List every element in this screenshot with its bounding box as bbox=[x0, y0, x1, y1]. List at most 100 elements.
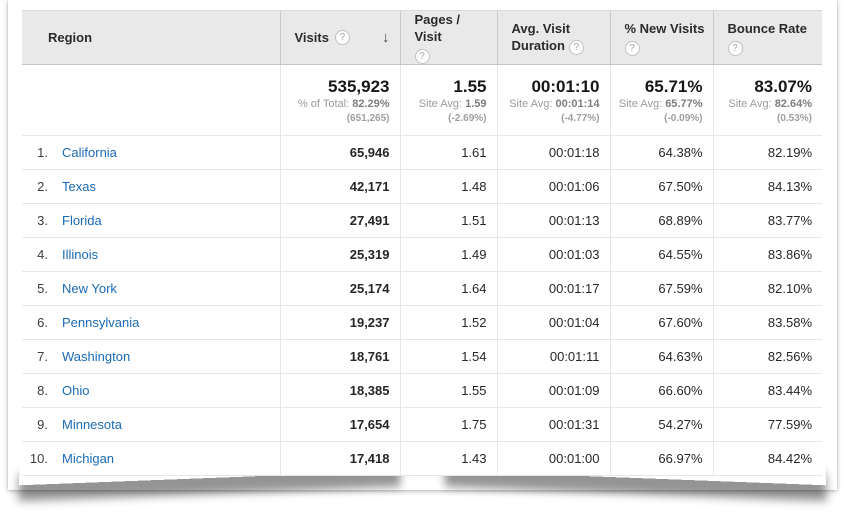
region-cell: 9. Minnesota bbox=[22, 408, 280, 442]
visits-cell: 65,946 bbox=[280, 136, 400, 170]
pct-new-visits-cell: 54.27% bbox=[610, 408, 713, 442]
region-link[interactable]: Ohio bbox=[62, 383, 89, 398]
column-header-visits[interactable]: Visits ? ↓ bbox=[280, 11, 400, 65]
summary-duration-sub-label: Site Avg: bbox=[509, 98, 552, 110]
bounce-rate-cell: 82.19% bbox=[713, 136, 822, 170]
pages-per-visit-cell: 1.43 bbox=[400, 442, 497, 476]
bounce-rate-cell: 82.10% bbox=[713, 272, 822, 306]
column-header-pages-per-visit[interactable]: Pages / Visit ? bbox=[400, 11, 497, 65]
summary-visits: 535,923 % of Total: 82.29% (651,265) bbox=[280, 65, 400, 136]
avg-visit-duration-cell: 00:01:03 bbox=[497, 238, 610, 272]
avg-visit-duration-cell: 00:01:11 bbox=[497, 340, 610, 374]
avg-visit-duration-cell: 00:01:00 bbox=[497, 442, 610, 476]
summary-row: 535,923 % of Total: 82.29% (651,265) 1.5… bbox=[22, 65, 822, 136]
bounce-rate-cell: 84.42% bbox=[713, 442, 822, 476]
visits-cell: 17,654 bbox=[280, 408, 400, 442]
column-header-region[interactable]: Region bbox=[22, 11, 280, 65]
region-cell: 7.Washington bbox=[22, 340, 280, 374]
region-link[interactable]: Michigan bbox=[62, 451, 114, 466]
pages-per-visit-cell: 1.54 bbox=[400, 340, 497, 374]
help-icon[interactable]: ? bbox=[569, 40, 584, 55]
region-link[interactable]: Florida bbox=[62, 213, 102, 228]
visits-cell: 25,174 bbox=[280, 272, 400, 306]
avg-visit-duration-cell: 00:01:17 bbox=[497, 272, 610, 306]
pct-new-visits-cell: 67.60% bbox=[610, 306, 713, 340]
pages-per-visit-cell: 1.51 bbox=[400, 204, 497, 238]
region-link[interactable]: Texas bbox=[62, 179, 96, 194]
summary-newvisits-value: 65.71% bbox=[615, 76, 703, 97]
bounce-rate-cell: 83.44% bbox=[713, 374, 822, 408]
row-rank: 9. bbox=[24, 417, 48, 432]
sort-descending-icon[interactable]: ↓ bbox=[382, 29, 390, 46]
table-row: 7.Washington 18,761 1.54 00:01:11 64.63%… bbox=[22, 340, 822, 374]
visits-cell: 27,491 bbox=[280, 204, 400, 238]
summary-pages-value: 1.55 bbox=[405, 76, 487, 97]
region-link[interactable]: Illinois bbox=[62, 247, 98, 262]
pages-per-visit-cell: 1.55 bbox=[400, 374, 497, 408]
table-row: 10.Michigan 17,418 1.43 00:01:00 66.97% … bbox=[22, 442, 822, 476]
summary-bounce-value: 83.07% bbox=[718, 76, 813, 97]
summary-avg-visit-duration: 00:01:10 Site Avg: 00:01:14 (-4.77%) bbox=[497, 65, 610, 136]
bounce-rate-cell: 82.56% bbox=[713, 340, 822, 374]
table-header: Region Visits ? ↓ Pages / Visit ? Avg. V… bbox=[22, 11, 822, 65]
summary-visits-extra: (651,265) bbox=[285, 112, 390, 125]
row-rank: 10. bbox=[24, 451, 48, 466]
column-header-avg-visit-duration[interactable]: Avg. Visit Duration? bbox=[497, 11, 610, 65]
pages-per-visit-cell: 1.64 bbox=[400, 272, 497, 306]
regions-table: Region Visits ? ↓ Pages / Visit ? Avg. V… bbox=[22, 10, 822, 476]
region-link[interactable]: California bbox=[62, 145, 117, 160]
region-link[interactable]: Pennsylvania bbox=[62, 315, 139, 330]
pct-new-visits-cell: 68.89% bbox=[610, 204, 713, 238]
pct-new-visits-cell: 66.60% bbox=[610, 374, 713, 408]
region-link[interactable]: Washington bbox=[62, 349, 130, 364]
column-label-region: Region bbox=[48, 30, 92, 45]
bounce-rate-cell: 77.59% bbox=[713, 408, 822, 442]
row-rank: 3. bbox=[24, 213, 48, 228]
column-label-bounce-rate: Bounce Rate bbox=[728, 21, 807, 36]
report-sheet: Region Visits ? ↓ Pages / Visit ? Avg. V… bbox=[8, 0, 837, 490]
summary-pages-per-visit: 1.55 Site Avg: 1.59 (-2.69%) bbox=[400, 65, 497, 136]
column-label-avg-visit-duration: Avg. Visit Duration bbox=[512, 21, 571, 53]
column-label-pages-per-visit: Pages / Visit bbox=[415, 12, 461, 44]
help-icon[interactable]: ? bbox=[625, 41, 640, 56]
pages-per-visit-cell: 1.49 bbox=[400, 238, 497, 272]
table-body: 535,923 % of Total: 82.29% (651,265) 1.5… bbox=[22, 65, 822, 476]
region-cell: 6.Pennsylvania bbox=[22, 306, 280, 340]
column-header-pct-new-visits[interactable]: % New Visits ? bbox=[610, 11, 713, 65]
summary-duration-sub-value: 00:01:14 bbox=[555, 98, 599, 110]
row-rank: 2. bbox=[24, 179, 48, 194]
visits-cell: 18,761 bbox=[280, 340, 400, 374]
help-icon[interactable]: ? bbox=[728, 41, 743, 56]
summary-bounce-sub-label: Site Avg: bbox=[728, 98, 771, 110]
avg-visit-duration-cell: 00:01:13 bbox=[497, 204, 610, 238]
pct-new-visits-cell: 64.55% bbox=[610, 238, 713, 272]
summary-visits-sub-value: 82.29% bbox=[352, 98, 389, 110]
row-rank: 1. bbox=[24, 145, 48, 160]
row-rank: 8. bbox=[24, 383, 48, 398]
region-link[interactable]: Minnesota bbox=[62, 417, 122, 432]
table-row: 9.Minnesota 17,654 1.75 00:01:31 54.27% … bbox=[22, 408, 822, 442]
bounce-rate-cell: 83.77% bbox=[713, 204, 822, 238]
table-row: 8.Ohio 18,385 1.55 00:01:09 66.60% 83.44… bbox=[22, 374, 822, 408]
region-link[interactable]: New York bbox=[62, 281, 117, 296]
table-row: 4.Illinois 25,319 1.49 00:01:03 64.55% 8… bbox=[22, 238, 822, 272]
table-row: 1.California 65,946 1.61 00:01:18 64.38%… bbox=[22, 136, 822, 170]
column-header-bounce-rate[interactable]: Bounce Rate ? bbox=[713, 11, 822, 65]
column-label-visits: Visits bbox=[295, 29, 329, 46]
summary-newvisits-sub-label: Site Avg: bbox=[619, 98, 662, 110]
table-row: 6.Pennsylvania 19,237 1.52 00:01:04 67.6… bbox=[22, 306, 822, 340]
summary-pages-extra: (-2.69%) bbox=[405, 112, 487, 125]
bounce-rate-cell: 83.58% bbox=[713, 306, 822, 340]
avg-visit-duration-cell: 00:01:06 bbox=[497, 170, 610, 204]
summary-visits-value: 535,923 bbox=[285, 76, 390, 97]
summary-pages-sub-label: Site Avg: bbox=[419, 98, 462, 110]
summary-pct-new-visits: 65.71% Site Avg: 65.77% (-0.09%) bbox=[610, 65, 713, 136]
visits-cell: 25,319 bbox=[280, 238, 400, 272]
help-icon[interactable]: ? bbox=[335, 30, 350, 45]
summary-bounce-rate: 83.07% Site Avg: 82.64% (0.53%) bbox=[713, 65, 822, 136]
table-row: 2.Texas 42,171 1.48 00:01:06 67.50% 84.1… bbox=[22, 170, 822, 204]
row-rank: 4. bbox=[24, 247, 48, 262]
help-icon[interactable]: ? bbox=[415, 49, 430, 64]
summary-bounce-sub-value: 82.64% bbox=[775, 98, 812, 110]
table-header-row: Region Visits ? ↓ Pages / Visit ? Avg. V… bbox=[22, 11, 822, 65]
